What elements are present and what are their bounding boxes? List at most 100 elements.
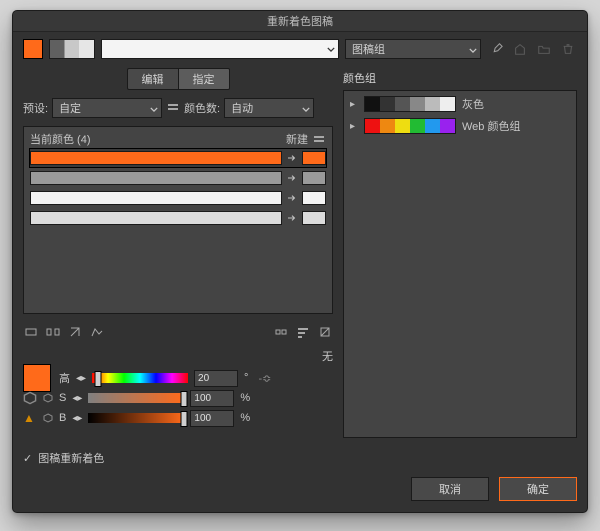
artwork-group-label: 图稿组 (352, 41, 385, 57)
color-group-name-input[interactable] (101, 39, 339, 59)
separate-icon[interactable] (45, 324, 61, 340)
cube-icon (23, 393, 37, 403)
hsb-swatch[interactable] (23, 364, 51, 392)
save-group-icon (511, 40, 529, 58)
color-group-row[interactable]: ▸ 灰色 (344, 93, 576, 115)
dialog-footer: 取消 确定 (13, 474, 587, 512)
from-color-bar[interactable] (30, 171, 282, 185)
slider-thumb[interactable] (181, 411, 188, 427)
active-color-swatch[interactable] (23, 39, 43, 59)
left-pane: 编辑 指定 预设: 自定 颜色数: (23, 66, 333, 466)
color-row[interactable] (30, 169, 326, 187)
scrubber-icon[interactable]: ◂▸ (72, 393, 82, 404)
randomize-icon[interactable] (317, 324, 333, 340)
right-pane: 颜色组 ▸灰色▸Web 颜色组 (343, 66, 577, 466)
recolor-artwork-checkbox[interactable]: ✓ 图稿重新着色 (23, 444, 333, 466)
group-name: 灰色 (462, 96, 484, 112)
current-colors-label: 当前颜色 (4) (30, 131, 91, 147)
harmony-swatches[interactable] (49, 39, 95, 59)
arrow-right-icon[interactable] (286, 212, 298, 224)
chevron-down-icon (302, 103, 310, 115)
from-color-bar[interactable] (30, 211, 282, 225)
arrow-right-icon[interactable] (286, 192, 298, 204)
bri-label: B (59, 412, 66, 424)
color-row[interactable] (30, 209, 326, 227)
hue-slider[interactable] (92, 373, 188, 383)
sat-label: S (59, 392, 66, 404)
none-label: 无 (23, 348, 333, 364)
sat-field[interactable]: 100 (190, 390, 234, 407)
find-color-icon[interactable] (273, 324, 289, 340)
warning-icon: ▲ (23, 411, 37, 425)
bri-field[interactable]: 100 (190, 410, 234, 427)
eyedropper-icon[interactable] (487, 40, 505, 58)
brightness-slider[interactable] (88, 413, 184, 423)
tab-assign[interactable]: 指定 (178, 68, 230, 90)
window-title: 重新着色图稿 (267, 13, 333, 29)
saturation-slider[interactable] (88, 393, 184, 403)
chevron-down-icon[interactable] (324, 40, 338, 58)
slider-thumb[interactable] (94, 371, 101, 387)
current-colors-card: 当前颜色 (4) 新建 (23, 126, 333, 314)
trash-icon (559, 40, 577, 58)
twisty-icon[interactable]: ▸ (350, 121, 358, 132)
preset-row: 预设: 自定 颜色数: 自动 (23, 98, 333, 118)
arrow-right-icon[interactable] (286, 152, 298, 164)
artwork-group-dropdown[interactable]: 图稿组 (345, 39, 481, 59)
bri-unit: % (240, 412, 250, 424)
new-folder-icon (535, 40, 553, 58)
assign-toolbar (23, 322, 333, 342)
column-options-icon[interactable] (312, 132, 326, 146)
top-toolbar: 图稿组 (23, 38, 577, 60)
group-name: Web 颜色组 (462, 118, 520, 134)
group-swatch-strip (364, 96, 456, 112)
color-count-value: 自动 (231, 100, 253, 116)
recolor-artwork-dialog: 重新着色图稿 图稿组 (12, 10, 588, 513)
hue-unit: ° (244, 372, 248, 384)
chevron-down-icon (469, 44, 477, 56)
new-label: 新建 (286, 131, 308, 147)
exclude-icon[interactable] (67, 324, 83, 340)
titlebar[interactable]: 重新着色图稿 (13, 11, 587, 32)
sort-icon[interactable] (295, 324, 311, 340)
from-color-bar[interactable] (30, 151, 282, 165)
sat-unit: % (240, 392, 250, 404)
recolor-label: 图稿重新着色 (38, 450, 104, 466)
to-color-swatch[interactable] (302, 191, 326, 205)
dialog-content: 图稿组 (13, 32, 587, 474)
color-count-dropdown[interactable]: 自动 (224, 98, 314, 118)
preset-value: 自定 (59, 100, 81, 116)
cube-icon (43, 413, 53, 423)
twisty-icon[interactable]: ▸ (350, 99, 358, 110)
to-color-swatch[interactable] (302, 171, 326, 185)
scrubber-icon[interactable]: ◂▸ (72, 413, 82, 424)
check-icon: ✓ (23, 452, 32, 465)
ok-button[interactable]: 确定 (499, 477, 577, 501)
preset-dropdown[interactable]: 自定 (52, 98, 162, 118)
color-group-row[interactable]: ▸ Web 颜色组 (344, 115, 576, 137)
hue-field[interactable]: 20 (194, 370, 238, 387)
merge-icon[interactable] (23, 324, 39, 340)
group-swatch-strip (364, 118, 456, 134)
chevron-down-icon (150, 103, 158, 115)
preset-label: 预设: (23, 100, 48, 116)
color-row[interactable] (30, 149, 326, 167)
hue-label: 高 (59, 370, 70, 386)
color-count-label: 颜色数: (184, 100, 220, 116)
to-color-swatch[interactable] (302, 211, 326, 225)
mode-tabs: 编辑 指定 (23, 68, 333, 90)
new-row-icon[interactable] (89, 324, 105, 340)
preset-options-icon[interactable] (166, 101, 180, 115)
from-color-bar[interactable] (30, 191, 282, 205)
cancel-button[interactable]: 取消 (411, 477, 489, 501)
tab-edit[interactable]: 编辑 (127, 68, 178, 90)
link-icon[interactable]: -≎ (258, 372, 271, 385)
to-color-swatch[interactable] (302, 151, 326, 165)
main-split: 编辑 指定 预设: 自定 颜色数: (23, 66, 577, 466)
color-row[interactable] (30, 189, 326, 207)
hsb-sliders: 高 ◂▸ 20 ° -≎ S ◂▸ (23, 368, 333, 428)
slider-thumb[interactable] (181, 391, 188, 407)
scrubber-icon[interactable]: ◂▸ (76, 373, 86, 384)
color-groups-list: ▸ 灰色 ▸ Web 颜色组 (343, 90, 577, 438)
arrow-right-icon[interactable] (286, 172, 298, 184)
